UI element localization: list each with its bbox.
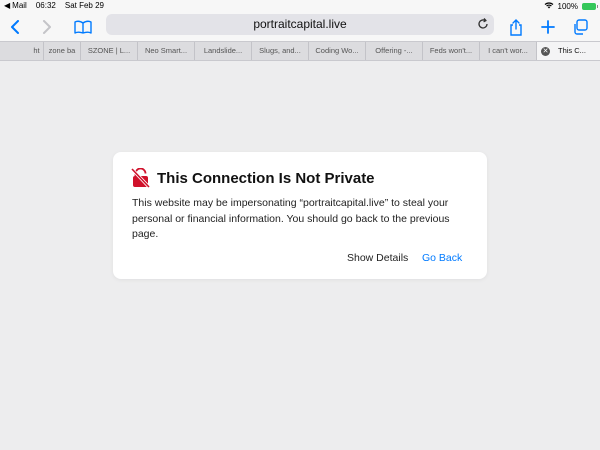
tab-item[interactable]: I can't wor... <box>480 42 537 60</box>
new-tab-button[interactable] <box>537 16 559 38</box>
status-time: 06:32 <box>35 1 56 10</box>
privacy-warning-card: This Connection Is Not Private This webs… <box>113 152 487 279</box>
chevron-left-icon <box>11 20 19 34</box>
status-bar: ◀ Mail 06:32 Sat Feb 29 100% <box>0 0 600 13</box>
wifi-icon <box>544 1 554 11</box>
status-right: 100% <box>544 1 598 11</box>
tab-item[interactable]: Landslide... <box>195 42 252 60</box>
tab-item[interactable]: Offering -... <box>366 42 423 60</box>
close-tab-icon[interactable]: ✕ <box>541 46 550 56</box>
tab-active[interactable]: ✕ This C... <box>537 42 600 60</box>
tab-item[interactable]: Slugs, and... <box>252 42 309 60</box>
tab-item[interactable]: SZONE | L... <box>81 42 138 60</box>
tab-item[interactable]: Feds won't... <box>423 42 480 60</box>
tab-strip: ht zone ba SZONE | L... Neo Smart... Lan… <box>0 41 600 61</box>
go-back-button[interactable]: Go Back <box>422 252 462 264</box>
tab-item[interactable]: zone ba <box>44 42 81 60</box>
share-button[interactable] <box>505 16 527 38</box>
reload-icon[interactable] <box>476 17 490 31</box>
battery-icon <box>582 2 598 10</box>
battery-percent: 100% <box>557 1 578 11</box>
share-icon <box>510 18 522 36</box>
tab-item[interactable]: ht <box>0 42 44 60</box>
page-content: This Connection Is Not Private This webs… <box>0 61 600 450</box>
tab-item[interactable]: Coding Wo... <box>309 42 366 60</box>
plus-icon <box>541 20 555 34</box>
warning-message: This website may be impersonating “portr… <box>132 197 450 240</box>
browser-toolbar: portraitcapital.live <box>0 13 600 41</box>
show-details-button[interactable]: Show Details <box>347 252 408 264</box>
tab-item[interactable]: Neo Smart... <box>138 42 195 60</box>
back-button[interactable] <box>4 16 26 38</box>
url-text: portraitcapital.live <box>253 17 347 31</box>
status-left: ◀ Mail 06:32 Sat Feb 29 <box>4 1 104 10</box>
status-date: Sat Feb 29 <box>64 1 104 10</box>
broken-lock-icon <box>131 168 150 188</box>
warning-title: This Connection Is Not Private <box>157 170 375 187</box>
address-bar[interactable]: portraitcapital.live <box>106 14 494 35</box>
book-icon <box>74 20 92 34</box>
bookmarks-button[interactable] <box>72 16 94 38</box>
tab-overview-button[interactable] <box>569 16 591 38</box>
tabs-icon <box>574 19 588 35</box>
back-to-app-link[interactable]: ◀ Mail <box>4 1 27 10</box>
chevron-right-icon <box>43 20 51 34</box>
back-app-label: Mail <box>12 1 27 10</box>
back-arrow-icon: ◀ <box>4 1 11 10</box>
forward-button[interactable] <box>36 16 58 38</box>
